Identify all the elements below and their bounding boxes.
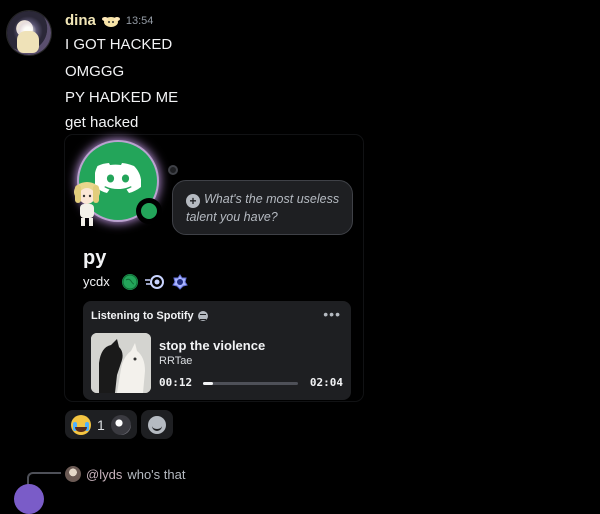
loudly-crying-face-icon — [71, 414, 91, 435]
reply-preview[interactable]: @lyds who's that — [65, 466, 185, 482]
add-reaction-button[interactable] — [140, 410, 173, 439]
activity-header: Listening to Spotify — [91, 310, 208, 322]
user-avatar-reaction-icon — [110, 414, 131, 435]
avatar-decoration-icon — [74, 182, 100, 226]
globe-badge-icon[interactable] — [122, 274, 138, 290]
activity-header-text: Listening to Spotify — [91, 310, 194, 322]
message-line: PY HADKED ME — [65, 89, 179, 106]
message-timestamp[interactable]: 13:54 — [126, 15, 154, 27]
profile-avatar[interactable] — [74, 142, 162, 226]
smiley-icon — [147, 415, 166, 434]
track-duration: 02:04 — [309, 376, 343, 389]
track-artist[interactable]: RRTae — [159, 355, 192, 367]
custom-status-bubble[interactable]: + What's the most useless talent you have… — [172, 180, 353, 235]
reaction-count: 1 — [97, 416, 105, 433]
track-progress-fill — [203, 382, 213, 385]
profile-handle: ycdx — [83, 274, 110, 289]
reaction-crying[interactable]: 1 — [65, 410, 137, 439]
profile-display-name: py — [83, 247, 107, 269]
album-art[interactable] — [91, 333, 151, 393]
thought-bubble-dot — [168, 165, 178, 175]
nitro-badge-icon[interactable] — [144, 274, 166, 290]
profile-badges — [122, 274, 188, 290]
message-line: OMGGG — [65, 63, 125, 80]
cinnamoroll-badge-icon — [101, 16, 120, 27]
spotify-activity[interactable]: Listening to Spotify ••• stop the violen… — [83, 301, 351, 400]
reply-text[interactable]: who's that — [127, 467, 185, 482]
user-profile-card[interactable]: + What's the most useless talent you have… — [65, 135, 363, 401]
status-prompt-text: What's the most useless talent you have? — [186, 192, 340, 224]
track-title[interactable]: stop the violence — [159, 338, 265, 353]
reply-username[interactable]: @lyds — [86, 467, 122, 482]
author-avatar[interactable] — [7, 11, 51, 55]
spotify-icon — [197, 311, 208, 321]
message-line: get hacked — [65, 114, 139, 131]
add-status-icon: + — [186, 194, 200, 208]
reaction-bar: 1 — [65, 410, 173, 439]
more-options-button[interactable]: ••• — [323, 306, 341, 322]
author-username[interactable]: dina — [65, 12, 96, 29]
message-line: I GOT HACKED — [65, 36, 173, 53]
boost-badge-icon[interactable] — [172, 274, 188, 290]
elapsed-time: 00:12 — [159, 376, 193, 389]
message-header: dina 13:54 — [65, 12, 153, 29]
reply-avatar — [65, 466, 81, 482]
online-status-icon — [136, 198, 162, 224]
track-progress-bar — [203, 382, 298, 385]
